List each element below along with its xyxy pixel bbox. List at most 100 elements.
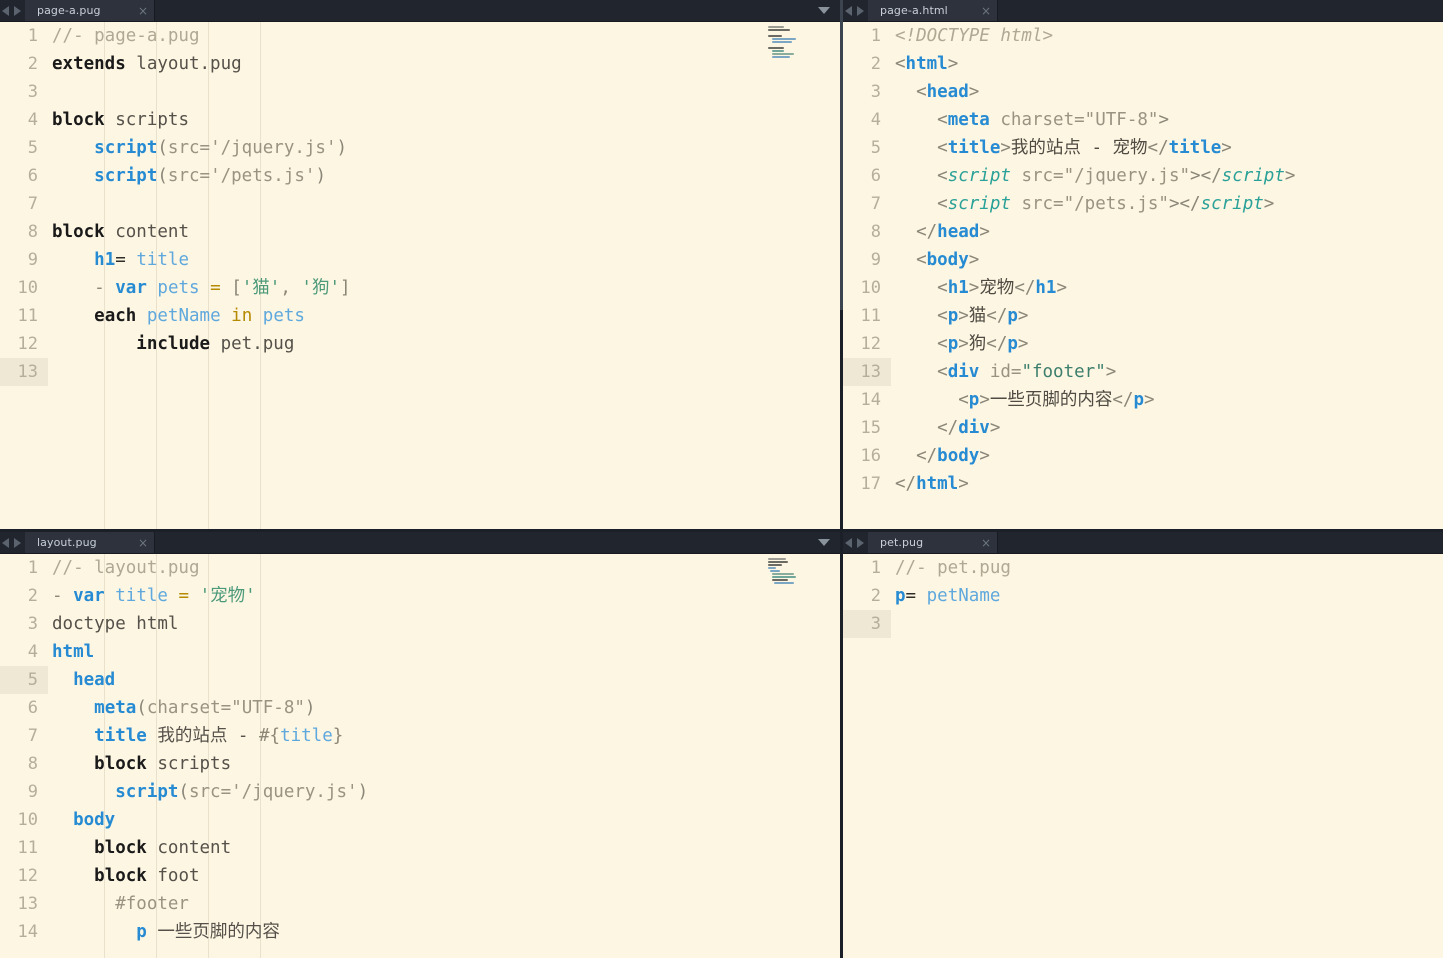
nav-back-arrow-icon[interactable] xyxy=(845,5,852,16)
line-content[interactable]: script(src='/pets.js') xyxy=(48,162,840,190)
line-number[interactable]: 13 xyxy=(0,890,48,918)
line-content[interactable]: block scripts xyxy=(48,106,840,134)
code-line[interactable]: 6 meta(charset="UTF-8") xyxy=(0,694,840,722)
tab-page-a-html[interactable]: page-a.html × xyxy=(868,0,998,21)
tab-list-dropdown[interactable] xyxy=(808,532,840,553)
tab-nav-arrows[interactable] xyxy=(0,532,25,553)
code-line[interactable]: 8 block content xyxy=(0,218,840,246)
code-line[interactable]: 11 block content xyxy=(0,834,840,862)
line-content[interactable]: doctype html xyxy=(48,610,840,638)
line-number[interactable]: 1 xyxy=(0,22,48,50)
code-line[interactable]: 3 doctype html xyxy=(0,610,840,638)
tab-nav-arrows[interactable] xyxy=(843,0,868,21)
code-line[interactable]: 10 <h1>宠物</h1> xyxy=(843,274,1443,302)
code-line[interactable]: 9 script(src='/jquery.js') xyxy=(0,778,840,806)
code-line[interactable]: 9 <body> xyxy=(843,246,1443,274)
code-area[interactable]: 1//- pet.pug 2 p= petName 3 xyxy=(843,554,1443,958)
code-line[interactable]: 7 xyxy=(0,190,840,218)
line-number[interactable]: 6 xyxy=(0,694,48,722)
line-content[interactable]: <p>猫</p> xyxy=(891,302,1443,330)
chevron-down-icon[interactable] xyxy=(818,539,830,546)
code-line[interactable]: 2- var title = '宠物' xyxy=(0,582,840,610)
line-number[interactable]: 6 xyxy=(843,162,891,190)
code-line[interactable]: 13 xyxy=(0,358,840,386)
line-number[interactable]: 16 xyxy=(843,442,891,470)
code-line[interactable]: 12 block foot xyxy=(0,862,840,890)
line-number[interactable]: 11 xyxy=(0,834,48,862)
editor-pane-bottom-left[interactable]: layout.pug × 1//- layout.pug 2- var title =… xyxy=(0,532,840,958)
line-content[interactable]: //- layout.pug xyxy=(48,554,840,582)
tab-pet-pug[interactable]: pet.pug × xyxy=(868,532,998,553)
line-content[interactable]: //- pet.pug xyxy=(891,554,1443,582)
code-line[interactable]: 3 xyxy=(0,78,840,106)
line-number[interactable]: 9 xyxy=(0,778,48,806)
line-content[interactable]: title 我的站点 - #{title} xyxy=(48,722,840,750)
line-content[interactable]: - var title = '宠物' xyxy=(48,582,840,610)
line-content[interactable]: <div id="footer"> xyxy=(891,358,1443,386)
line-number[interactable]: 4 xyxy=(0,106,48,134)
line-number[interactable]: 10 xyxy=(0,806,48,834)
nav-back-arrow-icon[interactable] xyxy=(2,537,9,548)
line-number[interactable]: 14 xyxy=(0,918,48,946)
nav-back-arrow-icon[interactable] xyxy=(845,537,852,548)
code-line[interactable]: 6 <script src="/jquery.js"></script> xyxy=(843,162,1443,190)
line-content[interactable]: body xyxy=(48,806,840,834)
line-content[interactable]: meta(charset="UTF-8") xyxy=(48,694,840,722)
line-content[interactable]: block scripts xyxy=(48,750,840,778)
tab-close-icon[interactable]: × xyxy=(120,537,148,549)
code-line[interactable]: 12 include pet.pug xyxy=(0,330,840,358)
line-content[interactable] xyxy=(891,610,1443,638)
line-content[interactable]: html xyxy=(48,638,840,666)
line-content[interactable]: <script src="/jquery.js"></script> xyxy=(891,162,1443,190)
code-line[interactable]: 8 block scripts xyxy=(0,750,840,778)
line-content[interactable]: <p>狗</p> xyxy=(891,330,1443,358)
code-line[interactable]: 5 script(src='/jquery.js') xyxy=(0,134,840,162)
line-number[interactable]: 3 xyxy=(843,78,891,106)
code-line[interactable]: 3 xyxy=(843,610,1443,638)
line-content[interactable] xyxy=(48,190,840,218)
line-number[interactable]: 12 xyxy=(0,862,48,890)
line-content[interactable]: block foot xyxy=(48,862,840,890)
tab-page-a-pug[interactable]: page-a.pug × xyxy=(25,0,155,21)
line-content[interactable]: head xyxy=(48,666,840,694)
line-number[interactable]: 13 xyxy=(0,358,48,386)
line-content[interactable]: <h1>宠物</h1> xyxy=(891,274,1443,302)
code-line[interactable]: 2 p= petName xyxy=(843,582,1443,610)
line-number[interactable]: 9 xyxy=(843,246,891,274)
line-number[interactable]: 4 xyxy=(843,106,891,134)
code-line[interactable]: 16 </body> xyxy=(843,442,1443,470)
line-number[interactable]: 1 xyxy=(0,554,48,582)
line-content[interactable]: - var pets = ['猫', '狗'] xyxy=(48,274,840,302)
code-line[interactable]: 15 </div> xyxy=(843,414,1443,442)
code-line[interactable]: 8 </head> xyxy=(843,218,1443,246)
line-number[interactable]: 8 xyxy=(0,750,48,778)
line-number[interactable]: 2 xyxy=(0,582,48,610)
line-content[interactable]: //- page-a.pug xyxy=(48,22,840,50)
nav-forward-arrow-icon[interactable] xyxy=(857,5,864,16)
line-number[interactable]: 12 xyxy=(0,330,48,358)
chevron-down-icon[interactable] xyxy=(818,7,830,14)
line-number[interactable]: 13 xyxy=(843,358,891,386)
editor-body[interactable]: 1//- layout.pug 2- var title = '宠物' 3 docty… xyxy=(0,554,840,958)
code-line[interactable]: 11 <p>猫</p> xyxy=(843,302,1443,330)
line-number[interactable]: 9 xyxy=(0,246,48,274)
code-area[interactable]: 1//- layout.pug 2- var title = '宠物' 3 docty… xyxy=(0,554,840,958)
line-content[interactable]: p= petName xyxy=(891,582,1443,610)
code-line[interactable]: 6 script(src='/pets.js') xyxy=(0,162,840,190)
code-line[interactable]: 14 p 一些页脚的内容 xyxy=(0,918,840,946)
code-line[interactable]: 7 title 我的站点 - #{title} xyxy=(0,722,840,750)
line-number[interactable]: 3 xyxy=(843,610,891,638)
code-line[interactable]: 1//- layout.pug xyxy=(0,554,840,582)
code-line[interactable]: 4 block scripts xyxy=(0,106,840,134)
line-number[interactable]: 12 xyxy=(843,330,891,358)
code-line[interactable]: 13 #footer xyxy=(0,890,840,918)
line-content[interactable]: <title>我的站点 - 宠物</title> xyxy=(891,134,1443,162)
line-number[interactable]: 11 xyxy=(843,302,891,330)
line-number[interactable]: 8 xyxy=(843,218,891,246)
line-content[interactable]: <html> xyxy=(891,50,1443,78)
editor-pane-bottom-right[interactable]: pet.pug × 1//- pet.pug 2 p= petName 3 xyxy=(843,532,1443,958)
code-line[interactable]: 4 <meta charset="UTF-8"> xyxy=(843,106,1443,134)
line-number[interactable]: 6 xyxy=(0,162,48,190)
code-line[interactable]: 9 h1= title xyxy=(0,246,840,274)
line-content[interactable]: </div> xyxy=(891,414,1443,442)
